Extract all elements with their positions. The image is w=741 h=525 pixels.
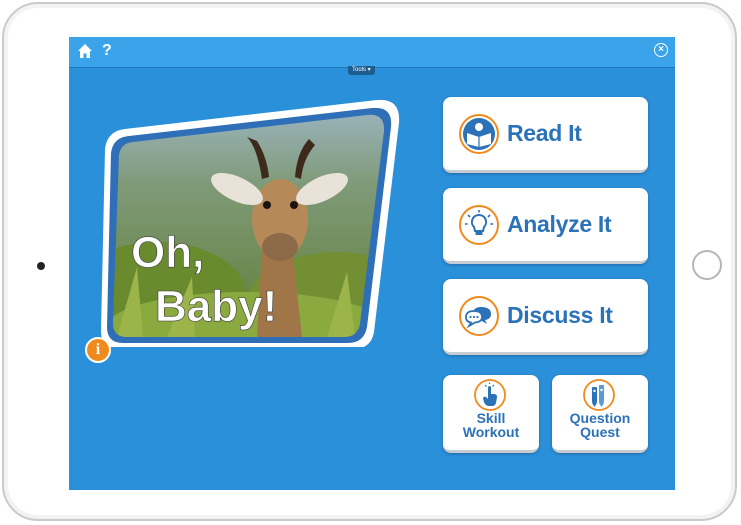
cover-title-line2: Baby! [155, 282, 277, 331]
skill-workout-button[interactable]: Skill Workout [443, 375, 539, 453]
tools-tab[interactable]: Tools ▾ [348, 66, 375, 75]
read-it-button[interactable]: Read It [443, 97, 648, 173]
analyze-it-label: Analyze It [507, 211, 612, 237]
chat-bubbles-icon [459, 296, 499, 336]
question-quest-button[interactable]: Question Quest [552, 375, 648, 453]
help-icon[interactable]: ? [102, 43, 112, 59]
analyze-it-button[interactable]: Analyze It [443, 188, 648, 264]
discuss-it-label: Discuss It [507, 302, 613, 328]
close-icon[interactable]: × [654, 43, 668, 57]
book-cover[interactable]: Oh, Baby! [97, 97, 402, 347]
top-toolbar: ? × [69, 37, 675, 68]
device-home-button[interactable] [692, 250, 722, 280]
app-screen: ? × Tools ▾ Oh, Baby! i Read It Analyze … [69, 37, 675, 490]
lightbulb-icon [459, 205, 499, 245]
skill-workout-label: Skill Workout [462, 410, 520, 440]
book-reader-icon [459, 114, 499, 154]
pointing-hand-icon [474, 379, 506, 411]
read-it-label: Read It [507, 120, 582, 146]
front-camera [37, 262, 45, 270]
cover-title-line1: Oh, [131, 228, 204, 277]
discuss-it-button[interactable]: Discuss It [443, 279, 648, 355]
home-icon[interactable] [77, 43, 93, 59]
pencils-icon [583, 379, 615, 411]
info-icon[interactable]: i [85, 337, 111, 363]
question-quest-label: Question Quest [569, 410, 631, 440]
